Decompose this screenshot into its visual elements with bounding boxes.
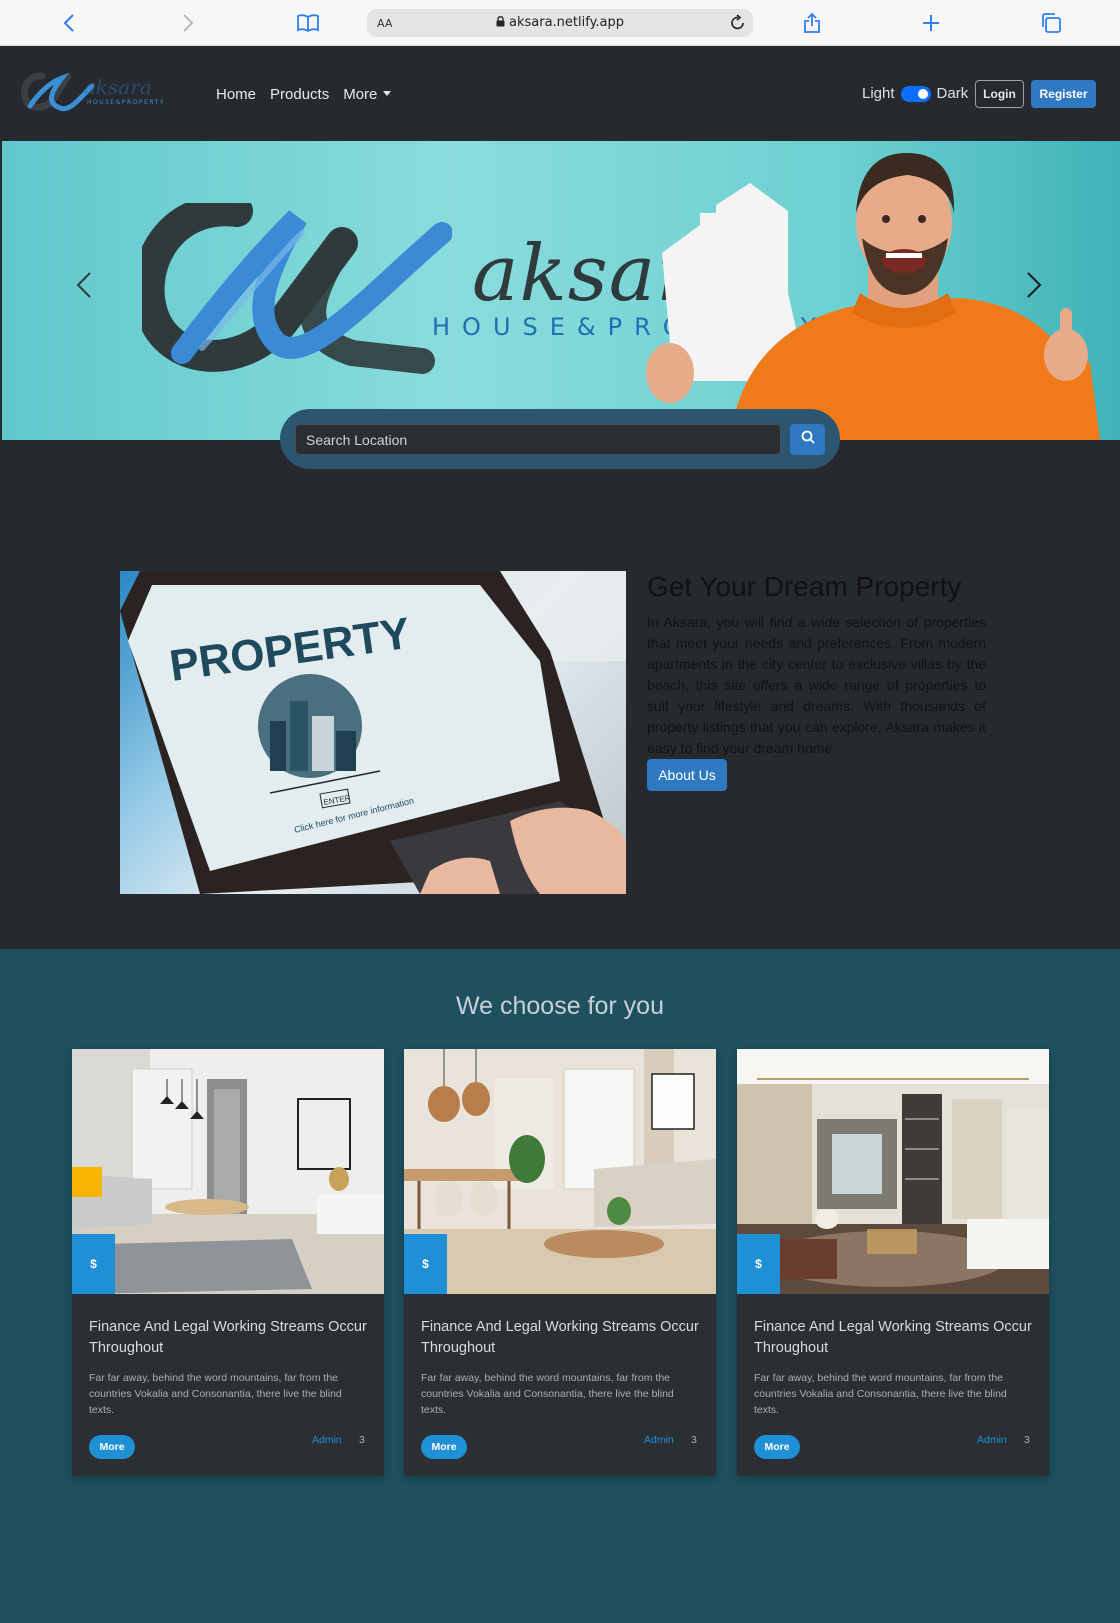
hero-person-image: [646, 152, 1100, 440]
price-badge: $: [404, 1234, 447, 1294]
card-image: [737, 1049, 1049, 1294]
card-title[interactable]: Finance And Legal Working Streams Occur …: [754, 1317, 1034, 1359]
search-input[interactable]: [295, 424, 781, 455]
card-author-link[interactable]: Admin: [644, 1434, 674, 1446]
share-icon[interactable]: [800, 11, 824, 35]
property-card[interactable]: $ Finance And Legal Working Streams Occu…: [737, 1049, 1049, 1476]
toggle-knob: [917, 88, 928, 99]
featured-title: We choose for you: [456, 992, 664, 1020]
nav-links: Home Products More: [216, 86, 392, 103]
card-description: Far far away, behind the word mountains,…: [89, 1372, 342, 1416]
about-text: In Aksara, you will find a wide selectio…: [647, 614, 986, 756]
card-title[interactable]: Finance And Legal Working Streams Occur …: [89, 1317, 369, 1359]
back-icon[interactable]: [57, 11, 81, 35]
hero-carousel: aksara HOUSE&PROPERTY: [0, 141, 1120, 440]
property-card[interactable]: $ Finance And Legal Working Streams Occu…: [404, 1049, 716, 1476]
theme-switch: Light Dark: [862, 85, 968, 102]
lock-icon: [496, 16, 505, 31]
about-section: PROPERTY ENTER Click here for more infor…: [0, 440, 1120, 949]
login-button[interactable]: Login: [975, 80, 1024, 108]
logo-text: aksara: [84, 75, 152, 99]
nav-more-dropdown[interactable]: More: [343, 86, 392, 103]
card-image: [404, 1049, 716, 1294]
about-us-button[interactable]: About Us: [647, 759, 727, 791]
browser-toolbar: AA aksara.netlify.app: [0, 0, 1120, 46]
card-author-link[interactable]: Admin: [977, 1434, 1007, 1446]
about-title: Get Your Dream Property: [647, 571, 962, 602]
property-card[interactable]: $ Finance And Legal Working Streams Occu…: [72, 1049, 384, 1476]
more-button[interactable]: More: [754, 1435, 800, 1459]
card-title[interactable]: Finance And Legal Working Streams Occur …: [421, 1317, 701, 1359]
search-button[interactable]: [790, 424, 825, 455]
more-button[interactable]: More: [421, 1435, 467, 1459]
nav-more-label: More: [343, 86, 378, 103]
site-navbar: aksara HOUSE&PROPERTY Home Products More…: [0, 46, 1120, 141]
theme-toggle[interactable]: [900, 85, 931, 102]
aksara-logo[interactable]: aksara HOUSE&PROPERTY: [20, 68, 180, 116]
card-count: 3: [691, 1434, 697, 1446]
forward-icon[interactable]: [176, 11, 200, 35]
carousel-prev-icon[interactable]: [76, 271, 92, 304]
property-laptop-image: PROPERTY ENTER Click here for more infor…: [120, 571, 626, 894]
bookmarks-icon[interactable]: [296, 11, 320, 35]
card-author-link[interactable]: Admin: [312, 1434, 342, 1446]
address-bar[interactable]: AA aksara.netlify.app: [367, 9, 753, 37]
search-icon: [801, 430, 815, 449]
more-button[interactable]: More: [89, 1435, 135, 1459]
new-tab-icon[interactable]: [919, 11, 943, 35]
register-button[interactable]: Register: [1031, 80, 1096, 108]
carousel-next-icon[interactable]: [1026, 271, 1042, 304]
search-bar: [280, 409, 840, 469]
caret-down-icon: [383, 91, 392, 96]
logo-subtext: HOUSE&PROPERTY: [87, 99, 165, 106]
price-badge: $: [737, 1234, 780, 1294]
card-count: 3: [359, 1434, 365, 1446]
theme-light-label: Light: [862, 85, 895, 102]
tabs-icon[interactable]: [1039, 11, 1063, 35]
card-image: [72, 1049, 384, 1294]
card-count: 3: [1024, 1434, 1030, 1446]
card-description: Far far away, behind the word mountains,…: [421, 1372, 674, 1416]
theme-dark-label: Dark: [936, 85, 969, 102]
nav-home[interactable]: Home: [216, 86, 256, 103]
price-badge: $: [72, 1234, 115, 1294]
card-description: Far far away, behind the word mountains,…: [754, 1372, 1007, 1416]
reload-icon[interactable]: [730, 14, 746, 37]
url-text: aksara.netlify.app: [508, 15, 625, 30]
hero-logo-mark: [142, 203, 452, 374]
nav-products[interactable]: Products: [270, 86, 329, 103]
